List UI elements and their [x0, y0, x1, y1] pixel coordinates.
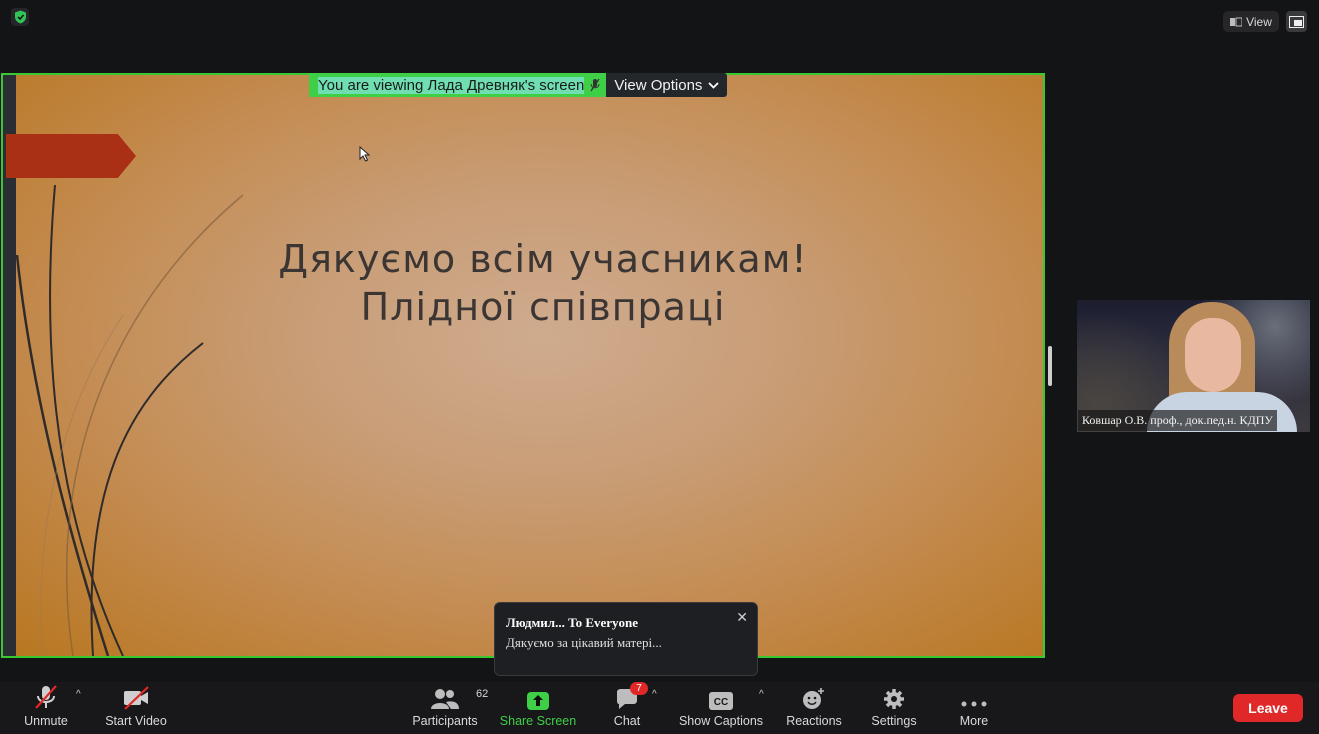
muted-mic-icon — [590, 78, 600, 92]
reactions-button[interactable]: Reactions — [783, 682, 845, 734]
show-captions-label: Show Captions — [678, 714, 764, 728]
chat-message-preview: Дякуємо за цікавий матері... — [506, 635, 662, 650]
participant-name-label: Ковшар О.В. проф., док.пед.н. КДПУ — [1078, 410, 1277, 431]
view-options-label: View Options — [614, 76, 703, 94]
captions-options-chevron-icon[interactable]: ^ — [759, 689, 764, 700]
participants-label: Participants — [412, 714, 478, 728]
slide-title-line-2: Плідної співпраці — [360, 285, 726, 329]
participants-count: 62 — [476, 688, 489, 700]
fullscreen-icon[interactable] — [1286, 11, 1307, 32]
shared-screen: Дякуємо всім учасникам! Плідної співпрац… — [1, 73, 1045, 658]
chat-label: Chat — [613, 714, 641, 728]
security-shield-icon[interactable] — [11, 8, 29, 26]
more-dots-icon — [961, 701, 987, 707]
captions-cc-icon: CC — [709, 692, 733, 710]
view-options-button[interactable]: View Options — [606, 73, 728, 97]
gear-icon — [884, 689, 904, 709]
more-button[interactable]: More — [952, 682, 996, 734]
viewing-screen-label: You are viewing Лада Древняк's screen — [309, 73, 607, 97]
start-video-label: Start Video — [105, 714, 167, 728]
start-video-button[interactable]: Start Video — [102, 682, 170, 734]
audio-options-chevron-icon[interactable]: ^ — [76, 689, 81, 700]
show-captions-button[interactable]: CC Show Captions — [677, 682, 765, 734]
share-screen-icon — [527, 692, 549, 710]
view-button-label: View — [1246, 14, 1272, 29]
video-off-icon — [124, 686, 149, 710]
chat-options-chevron-icon[interactable]: ^ — [652, 689, 657, 700]
muted-microphone-icon — [35, 685, 57, 709]
viewing-name: Лада Древняк's screen — [427, 76, 585, 94]
meeting-toolbar: Unmute ^ Start Video 62 Participants Sha… — [0, 682, 1319, 734]
reactions-label: Reactions — [786, 714, 842, 728]
more-label: More — [959, 714, 989, 728]
view-layout-icon — [1230, 17, 1243, 26]
viewing-prefix: You are viewing — [318, 76, 424, 94]
slide-title: Дякуємо всім учасникам! Плідної співпрац… — [233, 235, 853, 331]
participants-button[interactable]: 62 Participants — [411, 682, 488, 734]
chat-button[interactable]: 7 Chat — [608, 682, 648, 734]
panel-resize-handle[interactable] — [1048, 346, 1052, 386]
unmute-label: Unmute — [24, 714, 68, 728]
unmute-button[interactable]: Unmute — [18, 682, 74, 734]
mouse-cursor-icon — [359, 146, 371, 162]
participant-video-tile[interactable]: Ковшар О.В. проф., док.пед.н. КДПУ — [1077, 300, 1310, 432]
share-screen-label: Share Screen — [499, 714, 577, 728]
share-screen-button[interactable]: Share Screen — [499, 682, 577, 734]
reactions-smiley-icon — [803, 688, 824, 709]
settings-button[interactable]: Settings — [866, 682, 922, 734]
chat-notification[interactable]: Людмил... To Everyone Дякуємо за цікавий… — [494, 602, 758, 676]
settings-label: Settings — [871, 714, 917, 728]
slide-title-line-1: Дякуємо всім учасникам! — [278, 237, 808, 281]
view-button[interactable]: View — [1223, 11, 1279, 32]
participants-icon — [431, 689, 459, 709]
chat-unread-badge: 7 — [630, 682, 648, 695]
svg-text:CC: CC — [714, 697, 728, 708]
viewing-banner: You are viewing Лада Древняк's screen Vi… — [309, 73, 728, 97]
participant-video-face — [1185, 318, 1241, 392]
slide-red-tag — [6, 134, 136, 178]
leave-button[interactable]: Leave — [1233, 694, 1303, 722]
close-icon[interactable]: ✕ — [736, 609, 748, 626]
chat-sender: Людмил... To Everyone — [506, 615, 639, 630]
chevron-down-icon — [708, 81, 720, 89]
slide-decoration-strokes — [15, 184, 244, 656]
